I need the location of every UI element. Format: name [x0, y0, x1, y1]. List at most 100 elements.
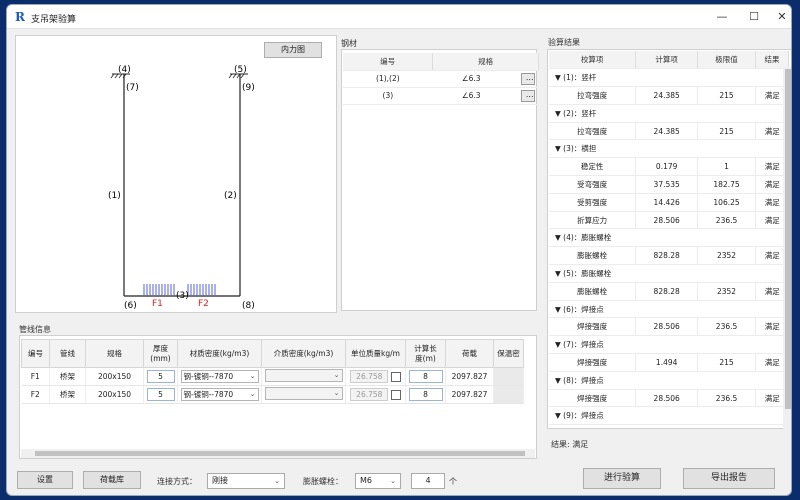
medium-select[interactable]: ⌄ [264, 369, 343, 382]
pipe-load: 2097.827 [445, 367, 494, 386]
connect-select[interactable]: 刚接 ⌄ [207, 473, 285, 489]
result-group[interactable]: ▼ (5)：膨胀螺栓 [549, 264, 789, 283]
steel-col-id: 编号 [343, 53, 434, 71]
table-row: 焊接强度 28.506 236.5 满足 [549, 389, 789, 408]
chevron-down-icon: ⌄ [274, 477, 280, 485]
table-row[interactable]: (3) ∠6.3... [343, 87, 539, 105]
result-group[interactable]: ▼ (4)：膨胀螺栓 [549, 228, 789, 248]
load-f1-arrows [143, 284, 175, 295]
connect-label: 连接方式： [157, 477, 197, 486]
pipe-col: 介质密度(kg/m3) [261, 339, 346, 368]
unit-mass-checkbox[interactable] [390, 390, 401, 400]
pipe-col: 保温密 [493, 339, 524, 368]
results-section-label: 验算结果 [548, 38, 580, 47]
length-input[interactable]: 8 [408, 388, 443, 401]
member-label: (3) [176, 291, 189, 301]
pipe-col: 单位质量kg/m [345, 339, 406, 368]
main-window: R 支吊架验算 — ☐ ✕ 内力图 (4) (7) (5) (9) (1) (2… [6, 4, 792, 496]
maximize-button[interactable]: ☐ [739, 8, 769, 26]
bolt-select[interactable]: M6 ⌄ [355, 473, 401, 489]
chevron-down-icon: ⌄ [249, 372, 256, 380]
member-label: (1) [108, 191, 121, 201]
material-select[interactable]: 钢-镀铜--7870 ⌄ [180, 388, 259, 401]
node-label: (8) [242, 301, 255, 311]
pipe-col: 厚度 (mm) [143, 339, 178, 368]
node-label: (6) [124, 301, 137, 311]
table-row[interactable]: (1),(2) ∠6.3... [343, 70, 539, 88]
chevron-down-icon: ⌄ [333, 371, 340, 379]
run-check-button[interactable]: 进行验算 [583, 468, 661, 489]
res-col-limit: 极限值 [697, 51, 756, 70]
table-row: 稳定性 0.179 1 满足 [549, 157, 789, 177]
pipes-hscrollbar-thumb[interactable] [35, 451, 525, 456]
steel-id: (1),(2) [343, 70, 433, 88]
member-label: (2) [224, 191, 237, 201]
table-row: 焊接强度 1.494 215 满足 [549, 353, 789, 372]
bolt-count-unit: 个 [449, 477, 457, 486]
result-group[interactable]: ▼ (2)：竖杆 [549, 104, 789, 123]
thickness-input[interactable]: 5 [146, 370, 175, 383]
node-label: (9) [242, 83, 255, 93]
table-row: 受剪强度 14.426 106.25 满足 [549, 193, 789, 212]
pipe-col: 规格 [85, 339, 144, 368]
load-f2-arrows [187, 284, 216, 295]
pipe-line: 桥架 [49, 385, 86, 404]
window-title: 支吊架验算 [31, 15, 77, 25]
steel-browse-button[interactable]: ... [520, 89, 535, 102]
result-group[interactable]: ▼ (9)：焊接点 [549, 406, 789, 426]
load-library-button[interactable]: 荷载库 [83, 471, 141, 489]
pipes-hscrollbar[interactable] [21, 449, 535, 458]
length-input[interactable]: 8 [408, 370, 443, 383]
pipe-col: 编号 [21, 339, 50, 368]
table-row: 膨胀螺栓 828.28 2352 满足 [549, 246, 789, 266]
result-group[interactable]: ▼ (6)：焊接点 [549, 300, 789, 319]
results-table: 校算项 计算项 极限值 结果 ▼ (1)：竖杆 拉弯强度 24.385 215 满足 … [549, 51, 790, 426]
table-row: 膨胀螺栓 828.28 2352 满足 [549, 282, 789, 301]
material-select[interactable]: 钢-镀铜--7870 ⌄ [180, 370, 259, 383]
node-label: (5) [234, 65, 247, 75]
result-group[interactable]: ▼ (7)：焊接点 [549, 335, 789, 355]
result-group[interactable]: ▼ (3)：横担 [549, 139, 789, 159]
unit-mass-checkbox[interactable] [390, 372, 401, 382]
steel-section-label: 钢材 [341, 39, 357, 48]
pipe-spec: 200x150 [85, 385, 144, 404]
results-summary: 结果: 满足 [551, 440, 589, 449]
pipe-line: 桥架 [49, 367, 86, 386]
node-label: (7) [126, 83, 139, 93]
table-row[interactable]: F2 桥架 200x150 5 钢-镀铜--7870 ⌄ ⌄ 26.758 8 2… [21, 385, 524, 404]
steel-spec: ∠6.3 [461, 90, 481, 100]
steel-browse-button[interactable]: ... [520, 72, 535, 85]
result-group[interactable]: ▼ (1)：竖杆 [549, 68, 789, 88]
result-group[interactable]: ▼ (8)：焊接点 [549, 371, 789, 390]
table-row[interactable]: F1 桥架 200x150 5 钢-镀铜--7870 ⌄ ⌄ 26.758 8 2… [21, 367, 524, 386]
steel-table: 编号 规格 (1),(2) ∠6.3... (3) ∠6.3... [343, 53, 539, 105]
medium-select[interactable]: ⌄ [264, 387, 343, 400]
thickness-input[interactable]: 5 [146, 388, 175, 401]
export-report-button[interactable]: 导出报告 [683, 468, 775, 489]
load-label-f2: F2 [198, 299, 209, 309]
results-scrollbar-thumb[interactable] [785, 69, 791, 409]
pipe-col: 计算长 度(m) [405, 339, 446, 368]
load-label-f1: F1 [152, 299, 163, 309]
pipe-id: F2 [21, 385, 50, 404]
settings-button[interactable]: 设置 [17, 471, 73, 489]
table-row: 折算应力 28.506 236.5 满足 [549, 211, 789, 230]
steel-id: (3) [343, 87, 433, 105]
table-row: 拉弯强度 24.385 215 满足 [549, 122, 789, 141]
pipe-load: 2097.827 [445, 385, 494, 404]
results-scrollbar[interactable] [783, 67, 791, 429]
chevron-down-icon: ⌄ [333, 389, 340, 397]
insulation-cell [493, 367, 524, 386]
diagram-panel: 内力图 (4) (7) (5) (9) (1) (2) (6) (3) (8) … [15, 35, 337, 313]
res-col-calc: 计算项 [635, 51, 699, 70]
bolt-count-input[interactable]: 4 [411, 473, 445, 489]
chevron-down-icon: ⌄ [249, 390, 256, 398]
pipe-id: F1 [21, 367, 50, 386]
bolt-label: 膨胀螺栓： [303, 477, 343, 486]
close-button[interactable]: ✕ [767, 8, 791, 26]
title-bar: R 支吊架验算 — ☐ ✕ [7, 5, 791, 29]
minimize-button[interactable]: — [707, 8, 737, 26]
table-row: 受弯强度 37.535 182.75 满足 [549, 175, 789, 194]
res-col-item: 校算项 [549, 51, 637, 70]
frame-diagram: (4) (7) (5) (9) (1) (2) (6) (3) (8) F1 F… [108, 65, 255, 311]
